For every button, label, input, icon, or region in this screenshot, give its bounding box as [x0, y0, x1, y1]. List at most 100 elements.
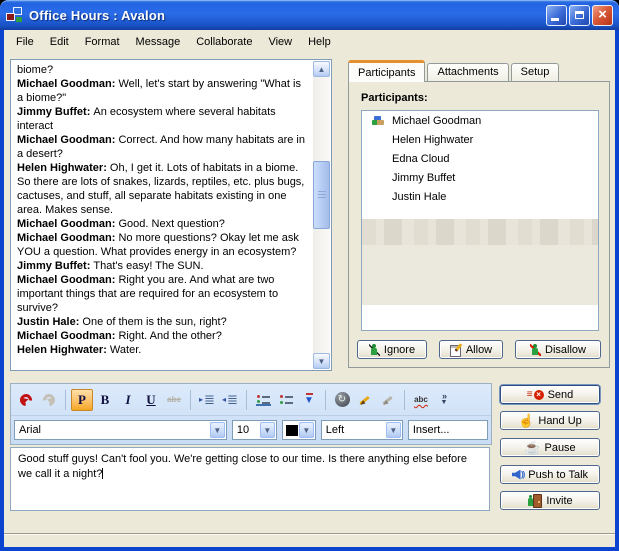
close-button[interactable]: ×: [592, 5, 613, 26]
coffee-cup-icon: ☕: [524, 441, 540, 454]
menubar: FileEditFormatMessageCollaborateViewHelp: [4, 30, 615, 53]
presenter-icon: [372, 116, 388, 126]
client-area: FileEditFormatMessageCollaborateViewHelp…: [4, 30, 615, 547]
disallow-person-icon: [530, 344, 541, 356]
ignore-person-icon: [369, 344, 380, 356]
chat-message-author: Helen Highwater: [17, 162, 110, 174]
maximize-button[interactable]: [569, 5, 590, 26]
numbered-list-icon: [256, 393, 271, 406]
menu-item[interactable]: Format: [77, 33, 128, 51]
highlighter-button[interactable]: [354, 389, 376, 411]
maximize-icon: [575, 11, 584, 19]
pen-button[interactable]: [377, 389, 399, 411]
participants-list[interactable]: Michael Goodman Helen Highwater Edna Clo…: [361, 110, 599, 331]
chevron-down-icon[interactable]: ▼: [260, 422, 275, 438]
redo-icon: [41, 391, 58, 408]
refresh-icon: ↻: [335, 392, 350, 407]
format-toolbar-row1: P B I U abc ▸≣ ◂≣ ▼ ↻ abc »▼: [11, 384, 491, 416]
chat-transcript[interactable]: biome? Michael GoodmanWell, let's start …: [10, 59, 332, 371]
text-caret: [102, 468, 103, 479]
bulleted-list-button[interactable]: [275, 389, 297, 411]
render-artifact: [362, 219, 598, 245]
tab[interactable]: Setup: [511, 63, 560, 82]
minimize-button[interactable]: [546, 5, 567, 26]
message-input[interactable]: Good stuff guys! Can't fool you. We're g…: [10, 447, 490, 511]
participants-tab-panel: Participants: Michael Goodman Helen High…: [348, 81, 610, 368]
scroll-up-button[interactable]: ▲: [313, 61, 330, 77]
alignment-value: Left: [322, 424, 385, 436]
close-icon: ×: [598, 7, 607, 22]
refresh-button[interactable]: ↻: [331, 389, 353, 411]
underline-button[interactable]: U: [140, 389, 162, 411]
font-family-select[interactable]: Arial ▼: [14, 420, 227, 440]
titlebar[interactable]: Office Hours : Avalon ×: [0, 0, 619, 30]
chat-message: Michael GoodmanWell, let's start by answ…: [17, 77, 309, 105]
chevron-down-icon[interactable]: ▼: [210, 422, 225, 438]
participant-row[interactable]: Edna Cloud: [362, 149, 598, 168]
tab[interactable]: Participants: [348, 60, 425, 82]
toolbar-options-icon: »▼: [441, 393, 448, 406]
font-size-value: 10: [233, 424, 259, 436]
toolbar-separator: [246, 390, 247, 410]
toolbar-options-button[interactable]: »▼: [433, 389, 455, 411]
menu-item[interactable]: View: [260, 33, 300, 51]
paragraph-style-button[interactable]: P: [71, 389, 93, 411]
send-label: Send: [548, 389, 574, 401]
disallow-button[interactable]: Disallow: [515, 340, 601, 359]
app-icon-screen-red: [6, 13, 15, 21]
spellcheck-button[interactable]: abc: [410, 389, 432, 411]
menu-item[interactable]: Collaborate: [188, 33, 260, 51]
down-arrow-icon: ▼: [304, 393, 314, 406]
font-color-select[interactable]: ▼: [282, 420, 316, 440]
minimize-icon: [551, 18, 559, 21]
chat-message: Helen HighwaterWater.: [17, 343, 309, 357]
window-controls: ×: [546, 5, 613, 26]
window-title: Office Hours : Avalon: [29, 8, 165, 23]
insert-field[interactable]: Insert...: [408, 420, 488, 440]
chevron-down-icon[interactable]: ▼: [386, 422, 401, 438]
menu-item[interactable]: File: [8, 33, 42, 51]
chevron-down-icon[interactable]: ▼: [299, 422, 314, 438]
chat-message-text: Water.: [110, 344, 141, 356]
insert-down-button[interactable]: ▼: [298, 389, 320, 411]
chat-message: Michael GoodmanRight you are. And what a…: [17, 273, 309, 315]
chat-message: Michael GoodmanGood. Next question?: [17, 217, 309, 231]
font-size-select[interactable]: 10 ▼: [232, 420, 277, 440]
alignment-select[interactable]: Left ▼: [321, 420, 403, 440]
participant-row[interactable]: Justin Hale: [362, 187, 598, 206]
invite-button[interactable]: Invite: [500, 491, 600, 510]
participant-row[interactable]: Jimmy Buffet: [362, 168, 598, 187]
participant-row[interactable]: Helen Highwater: [362, 130, 598, 149]
hand-up-button[interactable]: ☝ Hand Up: [500, 411, 600, 430]
allow-button[interactable]: Allow: [439, 340, 503, 359]
chat-message-author: Michael Goodman: [17, 330, 118, 342]
strikethrough-button[interactable]: abc: [163, 389, 185, 411]
menu-item[interactable]: Help: [300, 33, 339, 51]
menu-item[interactable]: Message: [128, 33, 189, 51]
transcript-scrollbar[interactable]: ▲ ▼: [313, 61, 330, 369]
redo-button[interactable]: [38, 389, 60, 411]
indent-increase-icon: ▸≣: [199, 393, 215, 406]
chat-message-text: That's easy! The SUN.: [93, 260, 203, 272]
chat-message: Michael GoodmanCorrect. And how many hab…: [17, 133, 309, 161]
participant-row[interactable]: Michael Goodman: [362, 111, 598, 130]
menu-item[interactable]: Edit: [42, 33, 77, 51]
hand-icon: ☝: [518, 414, 534, 427]
strikethrough-icon: abc: [167, 395, 181, 404]
tab[interactable]: Attachments: [427, 63, 508, 82]
bold-button[interactable]: B: [94, 389, 116, 411]
undo-button[interactable]: [15, 389, 37, 411]
pause-button[interactable]: ☕ Pause: [500, 438, 600, 457]
italic-button[interactable]: I: [117, 389, 139, 411]
send-button[interactable]: ≡× Send: [500, 385, 600, 404]
scrollbar-thumb[interactable]: [313, 161, 330, 229]
indent-decrease-button[interactable]: ◂≣: [219, 389, 241, 411]
chat-message-author: Michael Goodman: [17, 78, 118, 90]
scroll-down-button[interactable]: ▼: [313, 353, 330, 369]
numbered-list-button[interactable]: [252, 389, 274, 411]
ignore-button[interactable]: Ignore: [357, 340, 427, 359]
push-to-talk-button[interactable]: )) Push to Talk: [500, 465, 600, 484]
chat-message-text: Good. Next question?: [118, 218, 224, 230]
indent-increase-button[interactable]: ▸≣: [196, 389, 218, 411]
font-family-value: Arial: [15, 424, 209, 436]
